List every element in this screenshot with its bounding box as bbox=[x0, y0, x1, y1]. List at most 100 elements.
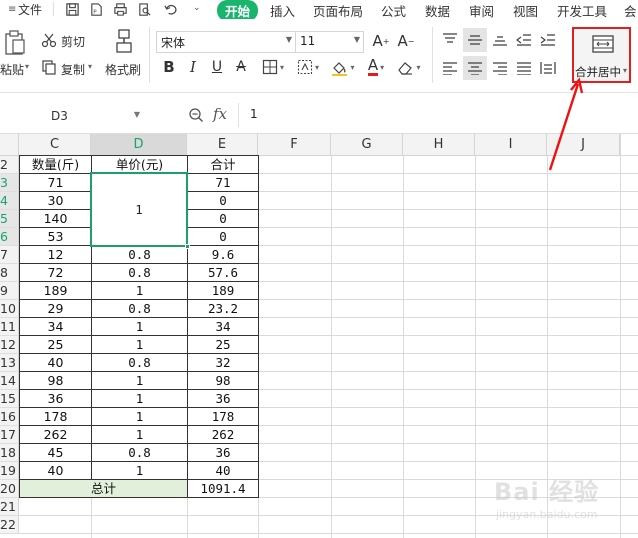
table-cell-total[interactable]: 36 bbox=[188, 444, 258, 462]
column-header-i[interactable]: I bbox=[475, 134, 547, 156]
export-pdf-icon[interactable]: P bbox=[86, 1, 106, 18]
row-header-20[interactable]: 20 bbox=[0, 480, 19, 498]
column-header-f[interactable]: F bbox=[258, 134, 331, 156]
table-cell-total[interactable]: 71 bbox=[188, 174, 258, 192]
format-painter-icon[interactable] bbox=[112, 27, 136, 55]
total-label[interactable]: 总计 bbox=[20, 480, 187, 498]
table-cell-total[interactable]: 36 bbox=[188, 390, 258, 408]
table-cell-total[interactable]: 25 bbox=[188, 336, 258, 354]
row-header-5[interactable]: 5 bbox=[0, 210, 19, 228]
table-cell-total[interactable]: 40 bbox=[188, 462, 258, 480]
row-header-8[interactable]: 8 bbox=[0, 264, 19, 282]
cut-icon[interactable] bbox=[40, 31, 58, 49]
tab-data[interactable]: 数据 bbox=[425, 1, 450, 20]
table-cell-quantity[interactable]: 140 bbox=[20, 210, 91, 228]
row-header-12[interactable]: 12 bbox=[0, 336, 19, 354]
cell-style-icon[interactable]: ▾ bbox=[294, 57, 322, 77]
table-cell-price[interactable]: 1 bbox=[92, 336, 187, 354]
table-cell-quantity[interactable]: 40 bbox=[20, 354, 91, 372]
column-header-g[interactable]: G bbox=[331, 134, 403, 156]
paste-dropdown-icon[interactable]: ▾ bbox=[25, 62, 29, 71]
italic-icon[interactable]: I bbox=[184, 57, 202, 77]
fill-handle[interactable] bbox=[185, 244, 190, 249]
table-cell-price[interactable]: 0.8 bbox=[92, 444, 187, 462]
tab-insert[interactable]: 插入 bbox=[270, 1, 295, 20]
copy-dropdown-icon[interactable]: ▾ bbox=[88, 62, 92, 71]
table-cell-quantity[interactable]: 36 bbox=[20, 390, 91, 408]
table-cell-total[interactable]: 57.6 bbox=[188, 264, 258, 282]
table-cell-quantity[interactable]: 25 bbox=[20, 336, 91, 354]
table-cell-price[interactable]: 1 bbox=[92, 282, 187, 300]
row-header-18[interactable]: 18 bbox=[0, 444, 19, 462]
table-cell-total[interactable]: 0 bbox=[188, 192, 258, 210]
paste-icon[interactable] bbox=[2, 29, 28, 57]
select-all-corner[interactable] bbox=[0, 134, 19, 156]
tab-page-layout[interactable]: 页面布局 bbox=[313, 1, 363, 20]
decrease-indent-icon[interactable] bbox=[514, 31, 534, 49]
grand-total-cell[interactable]: 1091.4 bbox=[188, 480, 258, 498]
column-header-h[interactable]: H bbox=[403, 134, 475, 156]
row-header-17[interactable]: 17 bbox=[0, 426, 19, 444]
align-middle-icon[interactable] bbox=[463, 28, 487, 52]
column-header-e[interactable]: E bbox=[187, 134, 258, 156]
table-cell-price[interactable]: 1 bbox=[92, 462, 187, 480]
table-cell-total[interactable]: 9.6 bbox=[188, 246, 258, 264]
row-header-13[interactable]: 13 bbox=[0, 354, 19, 372]
undo-icon[interactable] bbox=[160, 1, 180, 18]
align-right-icon[interactable] bbox=[490, 59, 510, 77]
table-cell-price[interactable]: 0.8 bbox=[92, 300, 187, 318]
table-cell-quantity[interactable]: 178 bbox=[20, 408, 91, 426]
menu-file[interactable]: 文件 bbox=[18, 1, 42, 18]
print-icon[interactable] bbox=[110, 1, 130, 18]
decrease-font-icon[interactable]: A − bbox=[396, 31, 416, 51]
copy-button[interactable]: 复制 bbox=[61, 61, 85, 78]
row-header-10[interactable]: 10 bbox=[0, 300, 19, 318]
align-top-icon[interactable] bbox=[440, 31, 460, 49]
underline-icon[interactable]: U bbox=[208, 57, 226, 77]
tab-formulas[interactable]: 公式 bbox=[381, 1, 406, 20]
zoom-icon[interactable] bbox=[188, 107, 204, 126]
table-cell-quantity[interactable]: 72 bbox=[20, 264, 91, 282]
distributed-align-icon[interactable] bbox=[538, 59, 558, 77]
table-cell-quantity[interactable]: 53 bbox=[20, 228, 91, 246]
table-cell-total[interactable]: 0 bbox=[188, 210, 258, 228]
copy-icon[interactable] bbox=[40, 58, 58, 76]
table-cell-price[interactable]: 1 bbox=[92, 318, 187, 336]
column-header-d[interactable]: D bbox=[91, 134, 187, 156]
selected-merged-cell[interactable]: 1 bbox=[90, 172, 190, 249]
table-cell-quantity[interactable]: 34 bbox=[20, 318, 91, 336]
justify-icon[interactable] bbox=[514, 59, 534, 77]
align-left-icon[interactable] bbox=[440, 59, 460, 77]
table-cell-quantity[interactable]: 12 bbox=[20, 246, 91, 264]
quick-access-dropdown-icon[interactable]: ⌄ bbox=[193, 3, 201, 13]
table-cell-price[interactable]: 1 bbox=[92, 390, 187, 408]
row-header-3[interactable]: 3 bbox=[0, 174, 19, 192]
save-icon[interactable] bbox=[62, 1, 82, 18]
print-preview-icon[interactable] bbox=[134, 1, 154, 18]
font-name-select[interactable]: 宋体 ▼ bbox=[156, 31, 296, 53]
tab-view[interactable]: 视图 bbox=[513, 1, 538, 20]
align-center-icon[interactable] bbox=[463, 56, 487, 80]
row-header-9[interactable]: 9 bbox=[0, 282, 19, 300]
table-cell-total[interactable]: 32 bbox=[188, 354, 258, 372]
table-cell-quantity[interactable]: 262 bbox=[20, 426, 91, 444]
increase-indent-icon[interactable] bbox=[538, 31, 558, 49]
merge-dropdown-icon[interactable]: ▾ bbox=[623, 66, 627, 75]
row-header-11[interactable]: 11 bbox=[0, 318, 19, 336]
hamburger-icon[interactable]: ≡ bbox=[8, 4, 16, 15]
table-cell-total[interactable]: 189 bbox=[188, 282, 258, 300]
align-bottom-icon[interactable] bbox=[490, 31, 510, 49]
tab-more[interactable]: 会 bbox=[624, 1, 637, 20]
strikethrough-icon[interactable]: A bbox=[232, 57, 250, 77]
tab-review[interactable]: 审阅 bbox=[469, 1, 494, 20]
row-header-4[interactable]: 4 bbox=[0, 192, 19, 210]
merge-center-button[interactable]: 合并居中 ▾ bbox=[572, 27, 631, 83]
name-box[interactable]: D3 ▼ bbox=[18, 105, 142, 127]
table-cell-quantity[interactable]: 45 bbox=[20, 444, 91, 462]
table-cell-quantity[interactable]: 40 bbox=[20, 462, 91, 480]
table-cell-quantity[interactable]: 29 bbox=[20, 300, 91, 318]
font-color-icon[interactable]: A ▾ bbox=[362, 57, 390, 77]
table-cell-price[interactable]: 1 bbox=[92, 408, 187, 426]
table-cell-total[interactable]: 178 bbox=[188, 408, 258, 426]
paste-button[interactable]: 粘贴 bbox=[0, 61, 24, 78]
